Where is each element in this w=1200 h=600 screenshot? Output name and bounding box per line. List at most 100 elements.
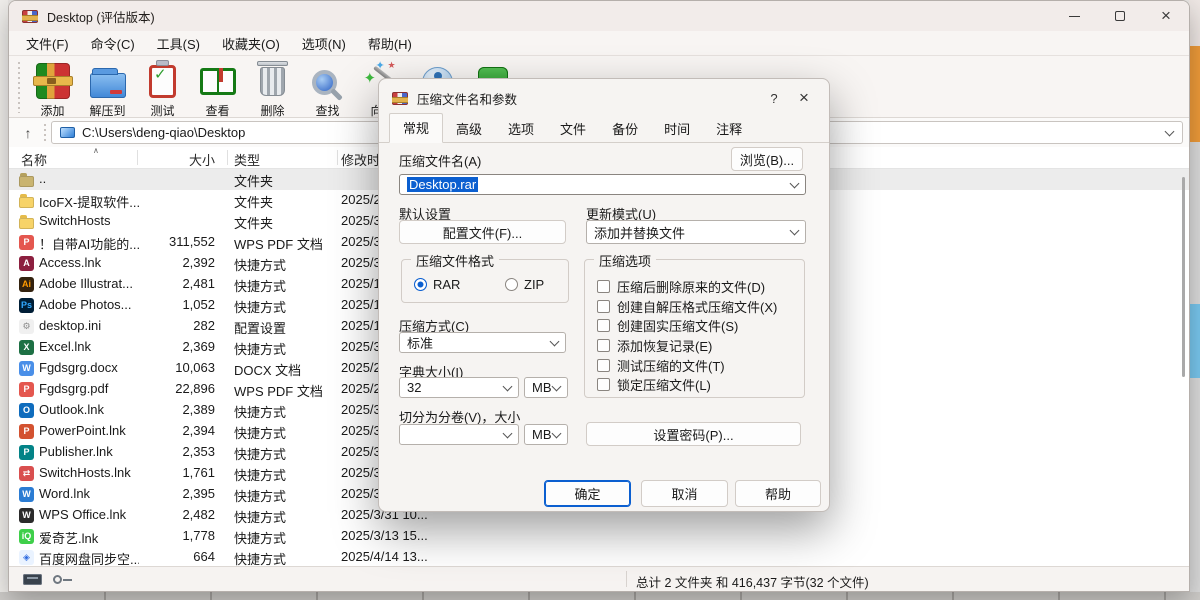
tab-advanced[interactable]: 高级 — [443, 116, 495, 142]
option-checkboxes: 压缩后删除原来的文件(D)创建自解压格式压缩文件(X)创建固实压缩文件(S)添加… — [597, 277, 796, 395]
tab-options[interactable]: 选项 — [495, 116, 547, 142]
word-doc-icon: W — [19, 361, 34, 376]
up-button[interactable]: ↑ — [15, 122, 41, 144]
toolbar-button-delete[interactable]: 删除 — [245, 58, 300, 119]
add-archive-icon — [31, 60, 75, 102]
chevron-down-icon[interactable] — [552, 381, 562, 391]
file-name: desktop.ini — [39, 318, 139, 333]
method-combobox[interactable]: 标准 — [399, 332, 566, 353]
dialog-help-button[interactable]: ? — [759, 85, 789, 111]
archive-format-group: 压缩文件格式 RARZIP — [401, 259, 569, 303]
checkbox-option[interactable]: 测试压缩的文件(T) — [597, 355, 796, 375]
background-window-right — [1189, 0, 1200, 46]
outlook-icon: O — [19, 403, 34, 418]
menu-commands[interactable]: 命令(C) — [80, 32, 146, 55]
menu-tools[interactable]: 工具(S) — [146, 32, 211, 55]
file-type: 文件夹 — [234, 192, 273, 211]
tab-time[interactable]: 时间 — [651, 116, 703, 142]
cancel-button[interactable]: 取消 — [641, 480, 728, 507]
file-size: 2,481 — [127, 276, 215, 291]
column-separator[interactable] — [227, 150, 228, 165]
file-date: 2025/4/14 13... — [341, 549, 428, 564]
file-date: 2025/1 — [341, 276, 381, 291]
column-separator[interactable] — [137, 150, 138, 165]
file-name: Adobe Photos... — [39, 297, 139, 312]
file-type: DOCX 文档 — [234, 360, 301, 379]
file-type: 快捷方式 — [234, 255, 286, 274]
tab-general[interactable]: 常规 — [389, 113, 443, 143]
update-mode-combobox[interactable]: 添加并替换文件 — [586, 220, 806, 244]
set-password-button[interactable]: 设置密码(P)... — [586, 422, 801, 446]
status-separator — [626, 571, 627, 587]
column-separator[interactable] — [337, 150, 338, 165]
menu-file[interactable]: 文件(F) — [15, 32, 80, 55]
dictionary-unit-combobox[interactable]: MB — [524, 377, 568, 398]
menu-help[interactable]: 帮助(H) — [357, 32, 423, 55]
checkbox-option[interactable]: 添加恢复记录(E) — [597, 336, 796, 356]
browse-button[interactable]: 浏览(B)... — [731, 147, 803, 171]
chevron-down-icon[interactable] — [503, 428, 513, 438]
tab-backup[interactable]: 备份 — [599, 116, 651, 142]
toolbar-button-find[interactable]: 查找 — [300, 58, 355, 119]
file-type: 配置设置 — [234, 318, 286, 337]
checkbox-option[interactable]: 压缩后删除原来的文件(D) — [597, 277, 796, 297]
wps-office-icon: W — [19, 508, 34, 523]
file-type: 文件夹 — [234, 213, 273, 232]
chevron-down-icon[interactable] — [503, 381, 513, 391]
dictionary-size-combobox[interactable]: 32 — [399, 377, 519, 398]
toolbar-button-test[interactable]: ✓测试 — [135, 58, 190, 119]
winrar-dialog-icon — [392, 92, 408, 105]
chevron-down-icon[interactable] — [552, 428, 562, 438]
column-header-size[interactable]: 大小 — [139, 150, 215, 169]
close-button[interactable]: × — [1143, 1, 1189, 31]
chevron-down-icon[interactable] — [550, 336, 560, 346]
checkbox-option[interactable]: 锁定压缩文件(L) — [597, 375, 796, 395]
file-name: Adobe Illustrat... — [39, 276, 139, 291]
file-size: 2,369 — [127, 339, 215, 354]
tab-comment[interactable]: 注释 — [703, 116, 755, 142]
radio-format-zip[interactable]: ZIP — [505, 277, 544, 292]
toolbar-label: 查找 — [315, 102, 339, 119]
file-name: 百度网盘同步空... — [39, 549, 139, 566]
menu-options[interactable]: 选项(N) — [291, 32, 357, 55]
menu-favorites[interactable]: 收藏夹(O) — [211, 32, 291, 55]
powerpoint-icon: P — [19, 424, 34, 439]
toolbar-button-extract-to[interactable]: 解压到 — [80, 58, 135, 119]
toolbar-label: 删除 — [260, 102, 284, 119]
checkbox-option[interactable]: 创建固实压缩文件(S) — [597, 316, 796, 336]
test-icon: ✓ — [141, 60, 185, 102]
toolbar-button-view[interactable]: 查看 — [190, 58, 245, 119]
file-date: 2025/1 — [341, 318, 381, 333]
chevron-down-icon[interactable] — [1165, 127, 1175, 137]
addressbar-gripper — [44, 124, 48, 141]
chevron-down-icon[interactable] — [790, 226, 800, 236]
file-row[interactable]: iQ爱奇艺.lnk1,778快捷方式2025/3/13 15... — [9, 526, 1189, 547]
profiles-button[interactable]: 配置文件(F)... — [399, 220, 566, 244]
split-unit-combobox[interactable]: MB — [524, 424, 568, 445]
archive-dialog: 压缩文件名和参数 ? × 常规高级选项文件备份时间注释 压缩文件名(A) 浏览(… — [378, 78, 830, 512]
folder-up-icon — [19, 172, 34, 187]
maximize-button[interactable] — [1097, 1, 1143, 31]
archive-name-combobox[interactable]: Desktop.rar — [399, 174, 806, 195]
file-size: 2,394 — [127, 423, 215, 438]
file-size: 10,063 — [127, 360, 215, 375]
file-row[interactable]: ◈百度网盘同步空...664快捷方式2025/4/14 13... — [9, 547, 1189, 566]
computer-icon — [60, 127, 75, 138]
disk-icon[interactable] — [23, 574, 42, 585]
vertical-scrollbar[interactable] — [1182, 177, 1185, 377]
column-header-type[interactable]: 类型 — [234, 150, 260, 169]
status-total: 总计 2 文件夹 和 416,437 字节(32 个文件) — [636, 572, 869, 591]
help-button[interactable]: 帮助 — [735, 480, 821, 507]
column-header-name[interactable]: 名称 — [21, 150, 47, 169]
key-icon[interactable] — [53, 575, 62, 584]
checkbox-option[interactable]: 创建自解压格式压缩文件(X) — [597, 297, 796, 317]
ok-button[interactable]: 确定 — [544, 480, 631, 507]
radio-format-rar[interactable]: RAR — [414, 277, 460, 292]
checkbox-icon — [597, 378, 610, 391]
tab-files[interactable]: 文件 — [547, 116, 599, 142]
dialog-close-button[interactable]: × — [789, 85, 819, 111]
toolbar-button-add-archive[interactable]: 添加 — [25, 58, 80, 119]
minimize-button[interactable] — [1051, 1, 1097, 31]
split-volumes-combobox[interactable] — [399, 424, 519, 445]
chevron-down-icon[interactable] — [790, 178, 800, 188]
